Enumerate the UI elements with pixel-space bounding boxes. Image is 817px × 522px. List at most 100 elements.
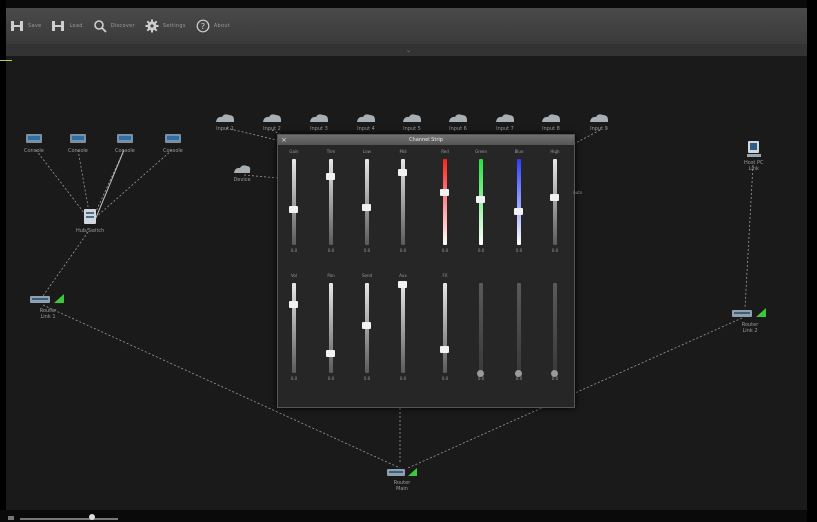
fader-red[interactable]: Red 0.0 bbox=[430, 149, 460, 259]
dialog-title: Channel Strip bbox=[409, 137, 443, 143]
console-icon bbox=[25, 134, 42, 143]
dialog-titlebar[interactable]: × Channel Strip bbox=[278, 135, 574, 145]
app-window: Save Load Discover Settings ? About ⌄ Co… bbox=[0, 0, 817, 522]
console-icon bbox=[164, 134, 181, 143]
fader-gain[interactable]: Gain 0.0 bbox=[279, 149, 309, 259]
cloud-device-icon bbox=[496, 114, 514, 122]
router-node-bottom[interactable]: Router Main bbox=[385, 466, 419, 492]
input-node[interactable]: Input 8 bbox=[540, 112, 562, 132]
close-icon[interactable]: × bbox=[281, 136, 287, 144]
input-node[interactable]: Input 7 bbox=[494, 112, 516, 132]
fader-track[interactable] bbox=[329, 283, 333, 373]
fader-track[interactable] bbox=[292, 283, 296, 373]
fader-value: 0.0 bbox=[363, 376, 371, 381]
fader-value: 0.0 bbox=[399, 248, 407, 253]
console-node[interactable]: Console bbox=[24, 132, 44, 154]
fader-send[interactable]: Send 0.0 bbox=[352, 273, 382, 387]
host-pc-node[interactable]: Host PC Link bbox=[744, 140, 763, 172]
fader-handle[interactable] bbox=[398, 280, 407, 288]
router-icon bbox=[387, 468, 417, 476]
fader-low[interactable]: Low 0.0 bbox=[352, 149, 382, 259]
fader-track[interactable] bbox=[329, 159, 333, 245]
console-node[interactable]: Console bbox=[115, 132, 135, 154]
fader-label: Low bbox=[363, 149, 371, 154]
fader-aux[interactable]: Aux 0.0 bbox=[388, 273, 418, 387]
fader-vol[interactable]: Vol 0.0 bbox=[279, 273, 309, 387]
hub-node[interactable]: Hub/Switch bbox=[76, 208, 104, 234]
input-node[interactable]: Input 5 bbox=[401, 112, 423, 132]
fader-handle[interactable] bbox=[289, 300, 298, 308]
fader-value: 0.0 bbox=[290, 248, 298, 253]
fader-track[interactable] bbox=[401, 283, 405, 373]
zoom-out-icon[interactable] bbox=[8, 516, 14, 520]
fader-track[interactable] bbox=[479, 283, 483, 373]
fader-value: 0.0 bbox=[477, 248, 485, 253]
input-node[interactable]: Input 9 bbox=[588, 112, 610, 132]
computer-icon bbox=[746, 141, 761, 157]
side-hint: Auto bbox=[573, 190, 583, 195]
console-node[interactable]: Console bbox=[163, 132, 183, 154]
fader-channel-6[interactable]: 0.0 bbox=[466, 273, 496, 387]
slider-panel: Auto Gain 0.0 Trim 0.0 Low 0.0 Mid 0.0 Red 0.0 Gre… bbox=[278, 145, 582, 407]
small-device-node[interactable]: Device bbox=[232, 163, 252, 183]
router-icon bbox=[732, 308, 766, 317]
fader-handle[interactable] bbox=[326, 173, 335, 181]
fader-label: Trim bbox=[326, 149, 336, 154]
fader-handle[interactable] bbox=[289, 205, 298, 213]
fader-trim[interactable]: Trim 0.0 bbox=[316, 149, 346, 259]
input-node[interactable]: Input 2 bbox=[261, 112, 283, 132]
fader-value: 0.0 bbox=[441, 248, 449, 253]
fader-pan[interactable]: Pan 0.0 bbox=[316, 273, 346, 387]
router-icon bbox=[30, 294, 64, 303]
fader-handle[interactable] bbox=[476, 195, 485, 203]
fader-value: 0.0 bbox=[290, 376, 298, 381]
fader-handle[interactable] bbox=[514, 207, 523, 215]
fader-handle[interactable] bbox=[398, 168, 407, 176]
fader-track[interactable] bbox=[443, 159, 447, 245]
fader-label: Gain bbox=[289, 149, 299, 154]
cloud-device-icon bbox=[449, 114, 467, 122]
zoom-slider[interactable] bbox=[20, 518, 118, 520]
fader-handle[interactable] bbox=[362, 322, 371, 330]
fader-fx[interactable]: FX 0.0 bbox=[430, 273, 460, 387]
fader-handle[interactable] bbox=[440, 188, 449, 196]
input-node[interactable]: Input 3 bbox=[308, 112, 330, 132]
router-node-left[interactable]: Router Link 1 bbox=[28, 292, 68, 320]
fader-value: 0.0 bbox=[327, 376, 335, 381]
fader-channel-8[interactable]: 0.0 bbox=[540, 273, 570, 387]
fader-mid[interactable]: Mid 0.0 bbox=[388, 149, 418, 259]
fader-handle[interactable] bbox=[362, 204, 371, 212]
input-node[interactable]: Input 4 bbox=[355, 112, 377, 132]
fader-handle[interactable] bbox=[440, 345, 449, 353]
fader-track[interactable] bbox=[443, 283, 447, 373]
input-node[interactable]: Input 6 bbox=[447, 112, 469, 132]
cloud-device-icon bbox=[357, 114, 375, 122]
fader-handle[interactable] bbox=[550, 193, 559, 201]
fader-track[interactable] bbox=[365, 159, 369, 245]
console-icon bbox=[116, 134, 133, 143]
cloud-device-icon bbox=[263, 114, 281, 122]
fader-track[interactable] bbox=[517, 159, 521, 245]
fader-value: 0.0 bbox=[551, 376, 559, 381]
input-node[interactable]: Input 1 bbox=[214, 112, 236, 132]
fader-track[interactable] bbox=[553, 283, 557, 373]
fader-track[interactable] bbox=[553, 159, 557, 245]
fader-handle[interactable] bbox=[326, 350, 335, 358]
zoom-slider-handle[interactable] bbox=[88, 514, 95, 520]
right-edge bbox=[807, 0, 817, 522]
fader-track[interactable] bbox=[292, 159, 296, 245]
cloud-device-icon bbox=[590, 114, 608, 122]
fader-value: 0.0 bbox=[477, 376, 485, 381]
fader-label: Aux bbox=[399, 273, 407, 278]
fader-blue[interactable]: Blue 0.0 bbox=[504, 149, 534, 259]
fader-high[interactable]: High 0.0 bbox=[540, 149, 570, 259]
router-node-right[interactable]: Router Link 2 bbox=[730, 306, 770, 334]
fader-green[interactable]: Green 0.0 bbox=[466, 149, 496, 259]
fader-value: 0.0 bbox=[551, 248, 559, 253]
fader-label: Mid bbox=[399, 149, 407, 154]
fader-channel-7[interactable]: 0.0 bbox=[504, 273, 534, 387]
fader-label: Pan bbox=[327, 273, 335, 278]
fader-track[interactable] bbox=[517, 283, 521, 373]
channel-strip-dialog: × Channel Strip Auto Gain 0.0 Trim 0.0 Low 0.… bbox=[277, 134, 582, 408]
console-node[interactable]: Console bbox=[68, 132, 88, 154]
